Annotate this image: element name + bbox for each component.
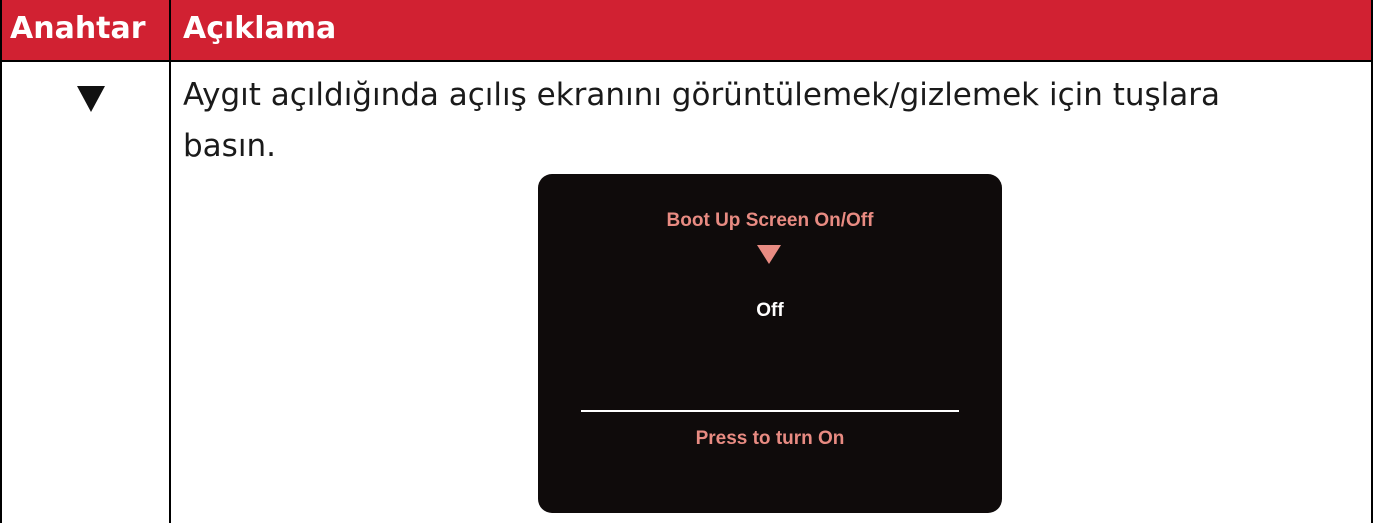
header-description: Açıklama <box>183 11 337 46</box>
row-description: Aygıt açıldığında açılış ekranını görünt… <box>183 77 1221 164</box>
osd-hint: Press to turn On <box>695 428 845 449</box>
down-triangle-icon <box>757 245 781 264</box>
header-divider <box>2 60 1371 62</box>
table-header: Anahtar Açıklama <box>2 0 1371 60</box>
osd-title: Boot Up Screen On/Off <box>666 210 874 231</box>
osd-screen: Boot Up Screen On/Off Off Press to turn … <box>538 174 1002 513</box>
osd-value: Off <box>756 300 784 321</box>
osd-divider <box>581 410 959 412</box>
down-triangle-icon <box>77 86 105 112</box>
key-description-table: Anahtar Açıklama Aygıt açıldığında açılı… <box>0 0 1373 523</box>
header-key: Anahtar <box>10 11 146 46</box>
column-divider <box>169 0 171 523</box>
